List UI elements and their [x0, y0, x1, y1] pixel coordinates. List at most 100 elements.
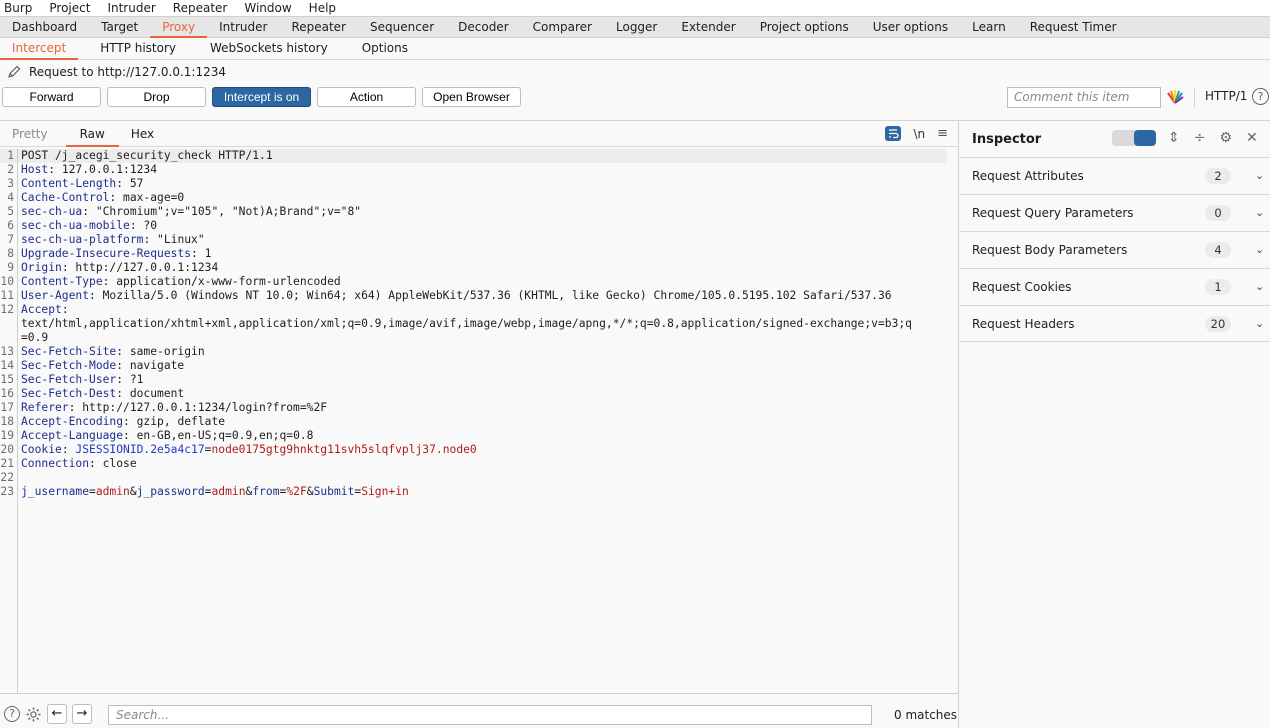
code-text: : document — [116, 387, 185, 400]
code-text: : http://127.0.0.1:1234/login?from=%2F — [68, 401, 328, 414]
gear-icon[interactable]: ⚙ — [1219, 130, 1232, 146]
tab-request-timer[interactable]: Request Timer — [1018, 17, 1129, 37]
chevron-down-icon[interactable]: ⌄ — [1255, 169, 1264, 182]
expand-all-icon[interactable]: ⇕ — [1168, 130, 1180, 146]
code-line: 1 POST /j_acegi_security_check HTTP/1.1 — [0, 149, 947, 163]
subtab-websockets-history[interactable]: WebSockets history — [198, 38, 340, 59]
menu-burp[interactable]: Burp — [4, 0, 32, 16]
tab-dashboard[interactable]: Dashboard — [0, 17, 89, 37]
line-content — [18, 471, 21, 485]
code-line: 21 Connection: close — [0, 457, 958, 471]
header-name: Content-Length — [21, 177, 117, 190]
layout-side-icon[interactable] — [1112, 130, 1134, 146]
menu-repeater[interactable]: Repeater — [173, 0, 228, 16]
tab-logger[interactable]: Logger — [604, 17, 669, 37]
tab-pretty[interactable]: Pretty — [0, 121, 60, 146]
inspector-section[interactable]: Request Query Parameters 0 ⌄ — [960, 194, 1270, 231]
section-label: Request Headers — [972, 316, 1075, 331]
tab-hex[interactable]: Hex — [119, 121, 166, 146]
search-input[interactable]: Search... — [108, 705, 872, 725]
newline-toggle-icon[interactable]: \n — [913, 127, 925, 141]
inspector-section[interactable]: Request Attributes 2 ⌄ — [960, 157, 1270, 194]
tab-project-options[interactable]: Project options — [748, 17, 861, 37]
code-line: 3 Content-Length: 57 — [0, 177, 958, 191]
header-name: sec-ch-ua — [21, 205, 83, 218]
count-badge: 4 — [1205, 242, 1231, 258]
collapse-all-icon[interactable]: ÷ — [1194, 130, 1206, 146]
inspector-section[interactable]: Request Body Parameters 4 ⌄ — [960, 231, 1270, 268]
close-icon[interactable]: ✕ — [1246, 130, 1258, 146]
menu-intruder[interactable]: Intruder — [107, 0, 155, 16]
tab-decoder[interactable]: Decoder — [446, 17, 521, 37]
header-name: from — [252, 485, 280, 498]
code-line: 4 Cache-Control: max-age=0 — [0, 191, 958, 205]
word-wrap-icon[interactable] — [885, 126, 902, 141]
tab-repeater[interactable]: Repeater — [279, 17, 358, 37]
header-name: Accept-Encoding — [21, 415, 124, 428]
subtab-options[interactable]: Options — [350, 38, 420, 59]
line-content: Sec-Fetch-Mode: navigate — [18, 359, 184, 373]
intercept-toolbar: Forward Drop Intercept is on Action Open… — [0, 84, 1270, 110]
tab-intruder[interactable]: Intruder — [207, 17, 279, 37]
code-line: 6 sec-ch-ua-mobile: ?0 — [0, 219, 958, 233]
header-name: Accept — [21, 303, 62, 316]
layout-full-icon[interactable] — [1134, 130, 1156, 146]
code-text: : application/x-www-form-urlencoded — [102, 275, 341, 288]
inspector-section[interactable]: Request Cookies 1 ⌄ — [960, 268, 1270, 305]
intercept-toggle-button[interactable]: Intercept is on — [212, 87, 311, 107]
previous-match-button[interactable]: ← — [47, 704, 67, 724]
forward-button[interactable]: Forward — [2, 87, 101, 107]
tab-sequencer[interactable]: Sequencer — [358, 17, 446, 37]
header-name: User-Agent — [21, 289, 90, 302]
help-icon[interactable]: ? — [4, 706, 20, 722]
header-name: Origin — [21, 261, 62, 274]
header-name: Submit — [313, 485, 355, 498]
line-content: text/html,application/xhtml+xml,applicat… — [18, 317, 912, 331]
menu-icon[interactable]: ≡ — [937, 126, 948, 141]
code-line: 23 j_username=admin&j_password=admin&from… — [0, 485, 958, 499]
tab-extender[interactable]: Extender — [669, 17, 747, 37]
tab-user-options[interactable]: User options — [861, 17, 960, 37]
tab-raw[interactable]: Raw — [65, 121, 120, 147]
menu-bar: Burp Project Intruder Repeater Window Help — [0, 0, 1270, 16]
tab-target[interactable]: Target — [89, 17, 150, 37]
layout-toggle[interactable] — [1112, 130, 1156, 146]
subtab-intercept[interactable]: Intercept — [0, 38, 79, 60]
code-area[interactable]: 1 POST /j_acegi_security_check HTTP/1.1 2 H… — [0, 149, 958, 694]
chevron-down-icon[interactable]: ⌄ — [1255, 243, 1264, 256]
proxy-sub-tabs: Intercept HTTP history WebSockets history O… — [0, 38, 1270, 60]
tab-comparer[interactable]: Comparer — [521, 17, 604, 37]
chevron-down-icon[interactable]: ⌄ — [1255, 280, 1264, 293]
subtab-http-history[interactable]: HTTP history — [88, 38, 188, 59]
code-line: 7 sec-ch-ua-platform: "Linux" — [0, 233, 958, 247]
line-content: Cookie: JSESSIONID.2e5a4c17=node0175gtg9… — [18, 443, 477, 457]
highlight-color-icon[interactable] — [1166, 90, 1184, 104]
line-content: User-Agent: Mozilla/5.0 (Windows NT 10.0… — [18, 289, 892, 303]
code-line: 8 Upgrade-Insecure-Requests: 1 — [0, 247, 958, 261]
pencil-icon[interactable] — [6, 64, 22, 80]
line-content: Accept-Language: en-GB,en-US;q=0.9,en;q=… — [18, 429, 313, 443]
menu-help[interactable]: Help — [309, 0, 336, 16]
drop-button[interactable]: Drop — [107, 87, 206, 107]
chevron-down-icon[interactable]: ⌄ — [1255, 317, 1264, 330]
menu-window[interactable]: Window — [244, 0, 291, 16]
action-button[interactable]: Action — [317, 87, 416, 107]
next-match-button[interactable]: → — [72, 704, 92, 724]
comment-input[interactable]: Comment this item — [1007, 87, 1161, 108]
line-content: Accept: — [18, 303, 69, 317]
help-icon[interactable]: ? — [1252, 88, 1269, 105]
settings-icon[interactable] — [25, 706, 42, 723]
code-line: 22 — [0, 471, 958, 485]
inspector-section[interactable]: Request Headers 20 ⌄ — [960, 305, 1270, 342]
tab-learn[interactable]: Learn — [960, 17, 1018, 37]
header-name: Cache-Control — [21, 191, 110, 204]
code-line: text/html,application/xhtml+xml,applicat… — [0, 317, 958, 331]
tab-proxy[interactable]: Proxy — [150, 17, 207, 38]
code-text: : — [61, 443, 76, 456]
http-version-toggle[interactable]: HTTP/1 — [1205, 89, 1247, 103]
chevron-down-icon[interactable]: ⌄ — [1255, 206, 1264, 219]
open-browser-button[interactable]: Open Browser — [422, 87, 521, 107]
header-name: Sec-Fetch-Dest — [21, 387, 117, 400]
menu-project[interactable]: Project — [49, 0, 90, 16]
section-label: Request Query Parameters — [972, 206, 1134, 220]
